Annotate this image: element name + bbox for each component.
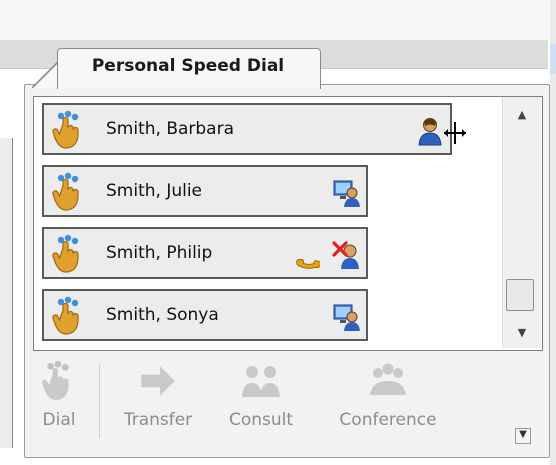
toolbar-overflow-icon[interactable]: ▼ — [515, 428, 531, 444]
scroll-thumb[interactable] — [506, 279, 534, 311]
vertical-scrollbar[interactable]: ▲ ▼ — [502, 97, 541, 348]
dial-button[interactable]: Dial — [37, 356, 81, 448]
speed-dial-hand-icon — [52, 234, 79, 273]
dial-label: Dial — [42, 410, 76, 430]
speed-dial-hand-icon — [52, 110, 79, 149]
conference-label: Conference — [339, 410, 437, 430]
user-at-computer-icon — [333, 304, 360, 331]
conference-button[interactable]: Conference — [323, 356, 453, 448]
user-at-computer-icon — [333, 180, 360, 207]
list-item[interactable]: Smith, Sonya — [42, 289, 368, 341]
list-item[interactable]: Smith, Philip — [42, 227, 368, 279]
window-right-accent — [550, 44, 556, 74]
transfer-button[interactable]: Transfer — [113, 356, 203, 448]
contact-name: Smith, Barbara — [106, 119, 235, 139]
contact-name: Smith, Sonya — [106, 305, 219, 325]
consult-label: Consult — [228, 410, 294, 430]
list-item[interactable]: Smith, Barbara — [42, 103, 452, 155]
contact-name: Smith, Julie — [106, 181, 203, 201]
dial-hand-icon — [42, 360, 69, 400]
transfer-label: Transfer — [123, 410, 193, 430]
phone-handset-icon — [296, 259, 320, 269]
scroll-up-arrow[interactable]: ▲ — [503, 103, 541, 125]
left-frame — [0, 138, 13, 448]
speed-dial-hand-icon — [52, 172, 79, 211]
scroll-down-arrow[interactable]: ▼ — [503, 321, 541, 343]
action-toolbar: Dial Transfer Consult Conference ▼ — [33, 356, 541, 448]
user-unavailable-icon — [332, 241, 359, 269]
window-top-strip — [0, 0, 556, 40]
conference-users-icon — [370, 363, 406, 395]
consult-users-icon — [242, 366, 280, 397]
tab-label: Personal Speed Dial — [91, 56, 285, 76]
list-item[interactable]: Smith, Julie — [42, 165, 368, 217]
transfer-arrow-icon — [141, 366, 175, 396]
toolbar-separator — [99, 364, 100, 438]
move-cursor-icon — [444, 122, 466, 144]
contact-name: Smith, Philip — [106, 243, 213, 263]
speed-dial-hand-icon — [52, 296, 79, 335]
consult-button[interactable]: Consult — [219, 356, 303, 448]
